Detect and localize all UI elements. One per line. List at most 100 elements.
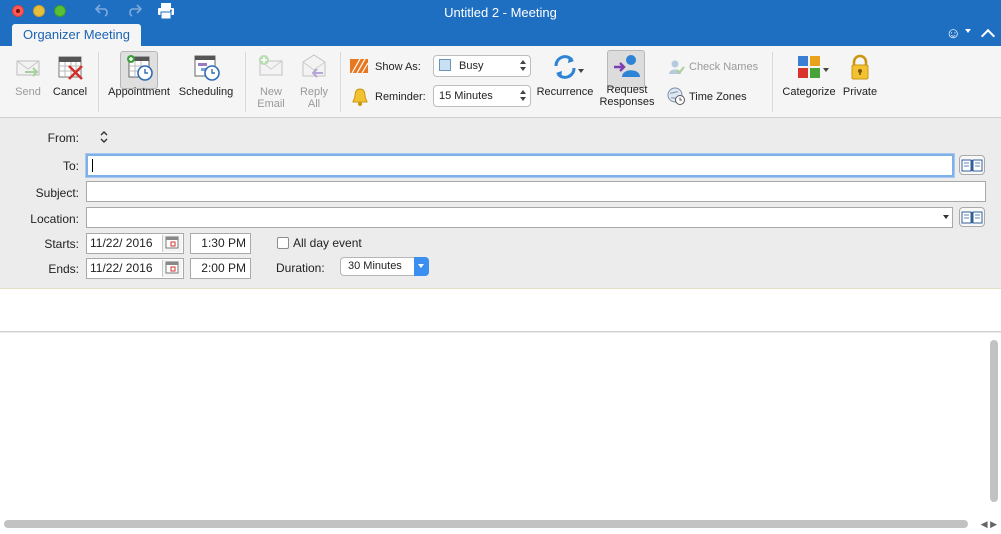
time-zones-icon	[667, 87, 685, 108]
categorize-icon	[794, 52, 824, 82]
recurrence-button[interactable]: Recurrence	[535, 52, 595, 98]
address-book-icon	[961, 211, 983, 224]
collapse-ribbon-icon[interactable]	[980, 28, 996, 44]
updown-chevron-icon	[100, 131, 108, 143]
cancel-calendar-icon	[55, 52, 85, 82]
scheduling-label: Scheduling	[178, 86, 234, 98]
ribbon-divider	[340, 52, 341, 112]
reply-all-icon	[299, 52, 329, 82]
all-day-label: All day event	[293, 236, 362, 250]
subject-label: Subject:	[35, 186, 79, 200]
private-label: Private	[842, 86, 878, 98]
busy-swatch	[439, 59, 451, 71]
reminder-select[interactable]: 15 Minutes	[433, 85, 531, 107]
end-time-field[interactable]: 2:00 PM	[190, 258, 251, 279]
location-room-finder-button[interactable]	[959, 207, 985, 227]
show-as-value: Busy	[459, 60, 484, 72]
scheduling-icon	[191, 52, 221, 82]
new-email-button[interactable]: New Email	[254, 52, 288, 110]
start-date-value: 11/22/ 2016	[90, 236, 153, 250]
ribbon-divider	[245, 52, 246, 112]
all-day-checkbox[interactable]	[277, 237, 289, 249]
vertical-scrollbar[interactable]	[990, 340, 998, 502]
subject-field[interactable]	[86, 181, 986, 202]
stepper-icon	[520, 89, 526, 103]
cancel-label: Cancel	[52, 86, 88, 98]
request-responses-icon	[612, 51, 642, 81]
show-as-icon	[350, 58, 369, 76]
ends-label: Ends:	[48, 262, 79, 276]
location-label: Location:	[30, 212, 79, 226]
appointment-icon	[124, 52, 154, 82]
show-as-label: Show As:	[375, 61, 421, 73]
recurrence-icon	[550, 52, 580, 82]
end-time-value: 2:00 PM	[201, 261, 246, 275]
request-responses-label-line1: Request	[606, 84, 648, 96]
request-responses-label-line2: Responses	[599, 96, 655, 108]
duration-label: Duration:	[276, 261, 325, 275]
appointment-label: Appointment	[108, 86, 170, 98]
ribbon-divider	[98, 52, 99, 112]
chevron-down-icon[interactable]	[965, 29, 971, 33]
scheduling-button[interactable]: Scheduling	[176, 52, 236, 98]
start-time-field[interactable]: 1:30 PM	[190, 233, 251, 254]
reminder-label: Reminder:	[375, 91, 426, 103]
end-date-value: 11/22/ 2016	[90, 261, 153, 275]
calendar-picker-icon[interactable]	[162, 260, 182, 277]
reply-all-button[interactable]: Reply All	[296, 52, 332, 110]
info-bar-area	[0, 288, 1001, 332]
recurrence-label: Recurrence	[536, 86, 594, 98]
from-account-selector[interactable]	[99, 129, 109, 145]
text-cursor	[92, 159, 93, 172]
starts-label: Starts:	[44, 237, 79, 251]
appointment-button[interactable]: Appointment	[104, 52, 174, 98]
new-email-label-line2: Email	[257, 98, 285, 110]
from-label: From:	[47, 131, 79, 145]
duration-select[interactable]: 30 Minutes	[340, 257, 429, 276]
ribbon-toolbar: Send Cancel Appointment Scheduling New E…	[0, 46, 1001, 118]
meeting-body-editor[interactable]	[0, 333, 1001, 534]
end-date-field[interactable]: 11/22/ 2016	[86, 258, 184, 279]
stepper-icon	[520, 59, 526, 73]
scroll-arrows-icon[interactable]: ◀ ▶	[981, 519, 997, 530]
cancel-button[interactable]: Cancel	[50, 52, 90, 98]
address-book-icon	[961, 159, 983, 172]
time-zones-button[interactable]: Time Zones	[689, 91, 747, 103]
categorize-label: Categorize	[782, 86, 836, 98]
send-button[interactable]: Send	[10, 52, 46, 98]
horizontal-scrollbar[interactable]	[4, 520, 968, 528]
check-names-button[interactable]: Check Names	[689, 61, 758, 73]
private-button[interactable]: Private	[840, 52, 880, 98]
chevron-down-icon[interactable]	[823, 68, 829, 72]
chevron-down-icon[interactable]	[578, 69, 584, 73]
start-time-value: 1:30 PM	[201, 236, 246, 250]
to-label: To:	[62, 159, 79, 173]
reminder-value: 15 Minutes	[439, 90, 493, 102]
show-as-select[interactable]: Busy	[433, 55, 531, 77]
bell-icon	[352, 88, 368, 109]
to-field[interactable]	[86, 154, 954, 177]
meeting-header-form: From: To: Subject: Location: Starts: 11/…	[0, 119, 1001, 287]
categorize-button[interactable]: Categorize	[779, 52, 839, 98]
send-label: Send	[15, 86, 41, 98]
location-field[interactable]	[86, 207, 953, 228]
send-icon	[13, 52, 43, 82]
start-date-field[interactable]: 11/22/ 2016	[86, 233, 184, 254]
location-dropdown-icon[interactable]	[943, 215, 949, 219]
duration-value: 30 Minutes	[348, 260, 402, 272]
reply-all-label-line1: Reply	[299, 86, 329, 98]
lock-icon	[845, 52, 875, 82]
smiley-feedback-icon[interactable]: ☺	[946, 25, 961, 42]
ribbon-divider	[772, 52, 773, 112]
title-bar: Untitled 2 - Meeting ☺ Organizer Meeting	[0, 0, 1001, 46]
tab-organizer-meeting[interactable]: Organizer Meeting	[12, 24, 141, 46]
new-email-label-line1: New	[259, 86, 282, 98]
request-responses-button[interactable]: Request Responses	[597, 51, 657, 108]
address-book-button[interactable]	[959, 155, 985, 175]
new-email-icon	[256, 52, 286, 82]
chevron-down-icon[interactable]	[414, 257, 429, 276]
check-names-icon	[667, 59, 685, 78]
window-title: Untitled 2 - Meeting	[444, 5, 557, 20]
calendar-picker-icon[interactable]	[162, 235, 182, 252]
reply-all-label-line2: All	[307, 98, 321, 110]
